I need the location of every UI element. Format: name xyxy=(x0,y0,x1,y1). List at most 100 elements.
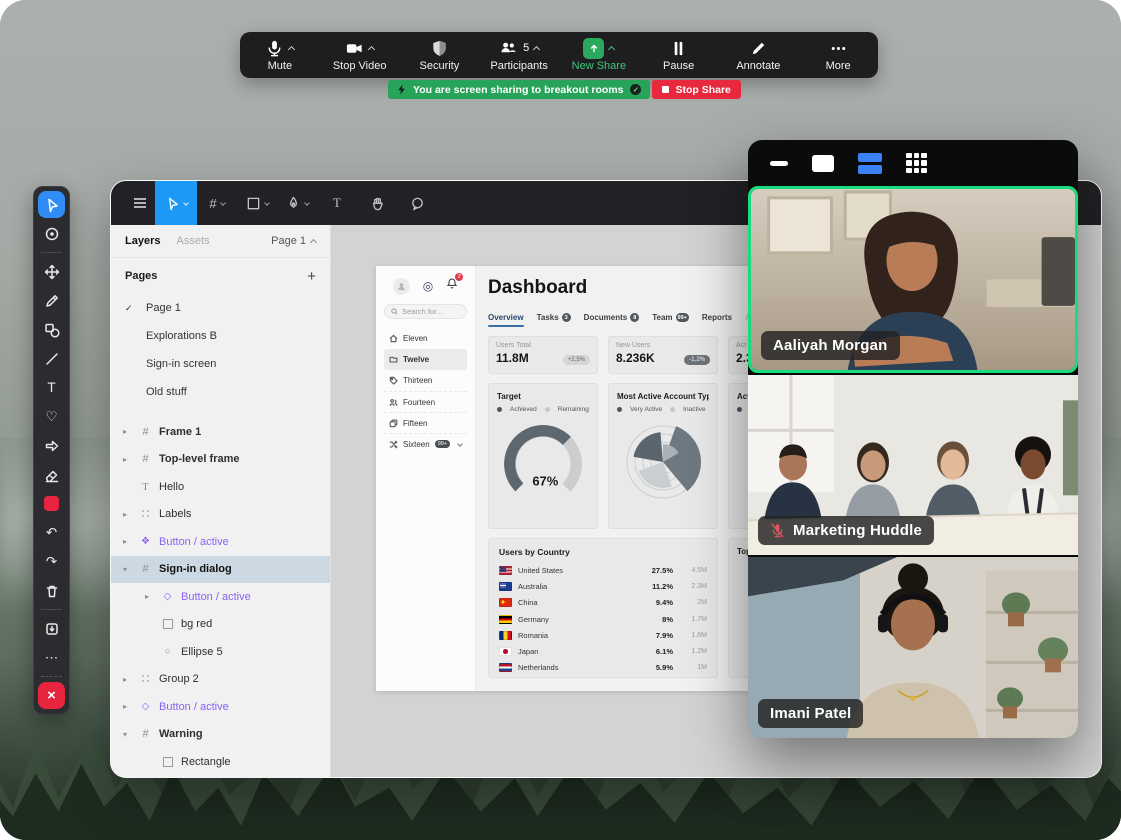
main-menu-button[interactable] xyxy=(125,195,155,211)
mockup-search-input[interactable]: Search for... xyxy=(384,304,467,319)
menu-item-twelve[interactable]: Twelve xyxy=(384,349,467,370)
menu-item-thirteen[interactable]: Thirteen xyxy=(384,370,467,391)
page-row[interactable]: ✓ Explorations B xyxy=(111,322,330,350)
bell-icon[interactable]: 2 xyxy=(446,277,458,295)
layer-row[interactable]: Frame 1 xyxy=(111,418,330,446)
line-tool-button[interactable] xyxy=(38,345,65,372)
target-icon[interactable]: ◎ xyxy=(423,279,433,293)
chevron-down-icon[interactable] xyxy=(264,200,270,206)
caret-icon[interactable] xyxy=(123,455,132,464)
layer-row[interactable]: Rectangle xyxy=(111,748,330,776)
layer-row[interactable]: Button / active xyxy=(111,583,330,611)
heart-stamp-button[interactable]: ♡ xyxy=(38,403,65,430)
spotlight-tool-button[interactable] xyxy=(38,220,65,247)
text-tool-button[interactable]: T xyxy=(38,374,65,401)
chevron-down-icon[interactable] xyxy=(183,200,189,206)
close-annotation-button[interactable]: × xyxy=(38,682,65,709)
more-tools-button[interactable]: ⋯ xyxy=(38,644,65,671)
dashboard-tab[interactable]: Overview xyxy=(488,308,524,327)
menu-item-eleven[interactable]: Eleven xyxy=(384,328,467,349)
chevron-down-icon[interactable] xyxy=(220,200,226,206)
caret-icon[interactable] xyxy=(123,510,132,519)
caret-icon[interactable] xyxy=(123,702,132,711)
move-tool[interactable] xyxy=(155,181,197,225)
dashboard-tab[interactable]: Documents 8 xyxy=(584,308,640,327)
eraser-tool-button[interactable] xyxy=(38,461,65,488)
delete-button[interactable] xyxy=(38,577,65,604)
caret-icon[interactable] xyxy=(123,427,132,436)
more-button[interactable]: More xyxy=(798,32,878,78)
tab-layers[interactable]: Layers xyxy=(125,235,160,247)
participants-button[interactable]: 5 Participants xyxy=(479,32,559,78)
speaker-view-button[interactable] xyxy=(812,155,834,172)
stop-share-button[interactable]: Stop Share xyxy=(652,80,740,99)
move-tool-button[interactable] xyxy=(38,258,65,285)
pen-tool[interactable] xyxy=(277,181,317,225)
shape-tool[interactable] xyxy=(237,181,277,225)
dashboard-tab[interactable]: Team 99+ xyxy=(652,308,689,327)
new-share-button[interactable]: New Share xyxy=(559,32,639,78)
text-tool[interactable]: T xyxy=(317,181,357,225)
page-row[interactable]: ✓ Sign-in screen xyxy=(111,350,330,378)
layer-row[interactable]: Sign-in dialog xyxy=(111,556,330,584)
security-button[interactable]: Security xyxy=(400,32,480,78)
chevron-up-icon[interactable] xyxy=(368,46,375,53)
layer-row[interactable]: bg red xyxy=(111,611,330,639)
layer-row[interactable]: Labels xyxy=(111,501,330,529)
caret-icon[interactable] xyxy=(123,675,132,684)
layer-type-icon xyxy=(139,481,152,493)
undo-button[interactable]: ↶ xyxy=(38,519,65,546)
grid-view-button[interactable] xyxy=(906,153,927,174)
select-tool-button[interactable] xyxy=(38,191,65,218)
chevron-down-icon[interactable] xyxy=(304,200,310,206)
shapes-tool-button[interactable] xyxy=(38,316,65,343)
draw-tool-button[interactable] xyxy=(38,287,65,314)
layer-row[interactable]: Warning xyxy=(111,721,330,749)
video-tile-aaliyah[interactable]: Aaliyah Morgan xyxy=(748,186,1078,373)
comment-tool[interactable] xyxy=(397,181,437,225)
add-page-button[interactable]: + xyxy=(307,268,316,285)
redo-button[interactable]: ↷ xyxy=(38,548,65,575)
arrow-stamp-button[interactable] xyxy=(38,432,65,459)
menu-item-fourteen[interactable]: Fourteen xyxy=(384,391,467,412)
caret-icon[interactable] xyxy=(145,592,154,601)
video-tile-imani[interactable]: Imani Patel xyxy=(748,557,1078,738)
avatar[interactable] xyxy=(393,278,410,295)
layer-row[interactable]: Button / active xyxy=(111,693,330,721)
stop-video-button[interactable]: Stop Video xyxy=(320,32,400,78)
frame-tool[interactable]: # xyxy=(197,181,237,225)
meeting-toolbar: Mute Stop Video Security 5 Participants xyxy=(240,32,878,78)
caret-icon[interactable] xyxy=(123,537,132,546)
chevron-up-icon[interactable] xyxy=(533,46,540,53)
legend-dot-dark xyxy=(617,407,622,412)
dashboard-tab[interactable]: Tasks 3 xyxy=(537,308,571,327)
layer-row[interactable]: Top-level frame xyxy=(111,446,330,474)
annotate-button[interactable]: Annotate xyxy=(719,32,799,78)
caret-icon[interactable] xyxy=(123,730,132,739)
chevron-up-icon[interactable] xyxy=(608,46,615,53)
layer-row[interactable]: Ellipse 5 xyxy=(111,638,330,666)
chevron-up-icon[interactable] xyxy=(288,46,295,53)
heart-icon: ♡ xyxy=(45,410,57,424)
hand-tool[interactable] xyxy=(357,181,397,225)
tab-assets[interactable]: Assets xyxy=(176,235,209,247)
stacked-view-button[interactable] xyxy=(858,153,882,174)
color-swatch-red[interactable] xyxy=(44,496,59,511)
minimize-view-button[interactable] xyxy=(770,161,788,166)
mute-button[interactable]: Mute xyxy=(240,32,320,78)
video-tile-marketing-huddle[interactable]: Marketing Huddle xyxy=(748,375,1078,556)
page-selector[interactable]: Page 1 xyxy=(271,235,316,247)
chevron-up-icon xyxy=(310,239,317,246)
caret-icon[interactable] xyxy=(123,565,132,574)
pause-button[interactable]: Pause xyxy=(639,32,719,78)
save-button[interactable] xyxy=(38,615,65,642)
page-row[interactable]: ✓ Old stuff xyxy=(111,378,330,406)
dashboard-tab[interactable]: Reports xyxy=(702,308,732,327)
layer-row[interactable]: Button / active xyxy=(111,528,330,556)
page-row[interactable]: ✓ Page 1 xyxy=(111,294,330,322)
menu-item-sixteen[interactable]: Sixteen99+ xyxy=(384,433,467,454)
layer-row[interactable]: Group 2 xyxy=(111,666,330,694)
target-legend: Achieved Remaining xyxy=(497,406,589,413)
menu-item-fifteen[interactable]: Fifteen xyxy=(384,412,467,433)
layer-row[interactable]: Hello xyxy=(111,473,330,501)
